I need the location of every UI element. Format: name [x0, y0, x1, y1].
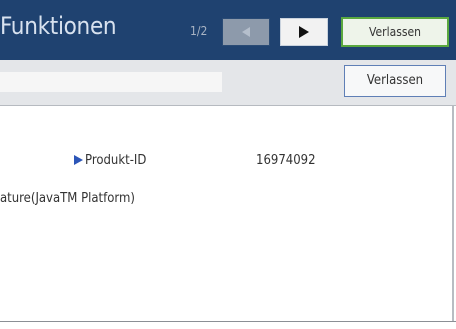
exit-button-header[interactable]: Verlassen	[341, 17, 449, 47]
triangle-right-icon	[299, 26, 309, 38]
info-field	[0, 72, 222, 92]
previous-page-button[interactable]	[222, 18, 270, 46]
product-id-value: 16974092	[256, 153, 316, 168]
panel-bottom-border	[0, 321, 456, 329]
triangle-left-icon	[242, 27, 250, 37]
exit-button[interactable]: Verlassen	[344, 65, 446, 97]
feature-name: ature(JavaTM Platform)	[0, 191, 135, 206]
content-panel: Produkt-ID 16974092 ature(JavaTM Platfor…	[0, 107, 456, 322]
page-counter: 1/2	[190, 24, 208, 38]
product-id-label-text: Produkt-ID	[85, 153, 147, 168]
page-title: Funktionen	[0, 12, 117, 40]
triangle-right-bullet-icon	[74, 155, 83, 165]
panel-right-border	[452, 106, 454, 322]
header-bar: Funktionen 1/2 Verlassen	[0, 0, 456, 60]
next-page-button[interactable]	[280, 18, 328, 46]
product-id-label: Produkt-ID	[74, 153, 146, 168]
